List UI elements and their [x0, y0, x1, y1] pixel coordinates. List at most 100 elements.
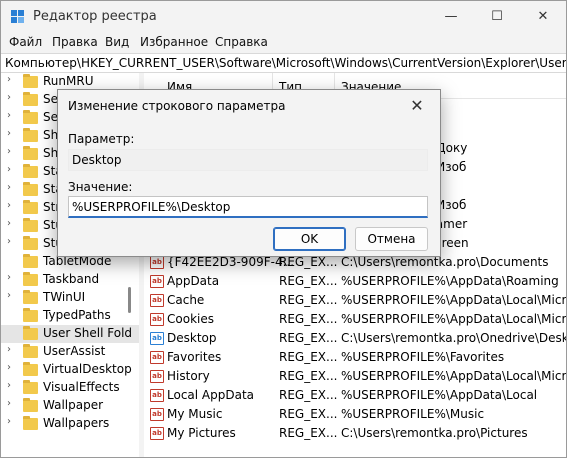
string-value-icon: ab [150, 389, 164, 402]
title-bar: Редактор реестра — ☐ ✕ [1, 1, 566, 33]
tree-item[interactable]: › UserAssist [1, 343, 139, 361]
value-row[interactable]: ab Desktop REG_EX... C:\Users\remontka.pro\… [144, 329, 566, 348]
folder-icon [23, 182, 38, 196]
value-row[interactable]: ab Cookies REG_EX... %USERPROFILE%\AppData\… [144, 310, 566, 329]
parameter-name-field: Desktop [68, 149, 428, 171]
expand-chevron-icon[interactable]: › [7, 380, 11, 391]
folder-icon [23, 164, 38, 178]
expand-chevron-icon[interactable]: › [7, 218, 11, 229]
folder-icon [23, 290, 38, 304]
value-name: Desktop [167, 331, 217, 345]
value-row[interactable]: ab History REG_EX... %USERPROFILE%\AppData\… [144, 367, 566, 386]
menu-view[interactable]: Вид [105, 35, 129, 49]
value-row[interactable]: ab Cache REG_EX... %USERPROFILE%\AppData\Lo… [144, 291, 566, 310]
tree-item[interactable]: › Wallpaper [1, 397, 139, 415]
value-row[interactable]: ab AppData REG_EX... %USERPROFILE%\AppData\… [144, 272, 566, 291]
folder-icon [23, 254, 38, 268]
value-data: %USERPROFILE%\AppData\Roaming [341, 274, 559, 288]
menu-bar: Файл Правка Вид Избранное Справка [1, 33, 566, 53]
value-name: Cookies [167, 312, 214, 326]
expand-chevron-icon[interactable]: › [7, 362, 11, 373]
string-value-icon: ab [150, 313, 164, 326]
close-button[interactable]: ✕ [520, 1, 566, 33]
expand-chevron-icon[interactable]: › [7, 74, 11, 85]
value-type: REG_EX... [279, 388, 338, 402]
value-data: C:\Users\remontka.pro\Pictures [341, 426, 528, 440]
expand-chevron-icon[interactable]: › [7, 290, 11, 301]
value-data-input[interactable]: %USERPROFILE%\Desktop [68, 196, 428, 218]
tree-scrollbar-thumb[interactable] [128, 287, 131, 313]
folder-icon [23, 110, 38, 124]
folder-icon [23, 308, 38, 322]
folder-icon [23, 380, 38, 394]
maximize-button[interactable]: ☐ [474, 1, 520, 33]
value-type: REG_EX... [279, 407, 338, 421]
tree-item[interactable]: › Taskband [1, 271, 139, 289]
string-value-icon: ab [150, 408, 164, 421]
expand-chevron-icon[interactable]: › [7, 272, 11, 283]
edit-string-dialog: Изменение строкового параметра ✕ Парамет… [57, 89, 441, 257]
expand-chevron-icon[interactable]: › [7, 164, 11, 175]
folder-icon [23, 128, 38, 142]
string-value-icon: ab [150, 256, 164, 269]
value-data: C:\Users\remontka.pro\Documents [341, 255, 549, 269]
expand-chevron-icon[interactable]: › [7, 182, 11, 193]
menu-favorites[interactable]: Избранное [140, 35, 208, 49]
value-name: AppData [167, 274, 220, 288]
parameter-label: Параметр: [68, 132, 135, 146]
value-row[interactable]: ab Local AppData REG_EX... %USERPROFILE%\Ap… [144, 386, 566, 405]
value-data: %USERPROFILE%\Favorites [341, 350, 505, 364]
folder-icon [23, 200, 38, 214]
expand-chevron-icon[interactable]: › [7, 128, 11, 139]
string-value-icon: ab [150, 427, 164, 440]
folder-icon [23, 74, 38, 88]
value-type: REG_EX... [279, 255, 338, 269]
tree-item[interactable]: › VirtualDesktop [1, 361, 139, 379]
value-type: REG_EX... [279, 350, 338, 364]
tree-item-label: TypedPaths [43, 308, 111, 322]
expand-chevron-icon[interactable]: › [7, 110, 11, 121]
menu-edit[interactable]: Правка [52, 35, 98, 49]
expand-chevron-icon[interactable]: › [7, 398, 11, 409]
value-name: Local AppData [167, 388, 255, 402]
expand-chevron-icon[interactable]: › [7, 92, 11, 103]
tree-item[interactable]: TypedPaths [1, 307, 139, 325]
tree-item[interactable]: User Shell Fold [1, 325, 139, 343]
string-value-icon: ab [150, 275, 164, 288]
value-type: REG_EX... [279, 331, 338, 345]
string-value-icon: ab [150, 370, 164, 383]
value-type: REG_EX... [279, 369, 338, 383]
value-data: %USERPROFILE%\AppData\Local [341, 388, 538, 402]
expand-chevron-icon[interactable]: › [7, 344, 11, 355]
tree-item[interactable]: › Wallpapers [1, 415, 139, 433]
value-type: REG_EX... [279, 274, 338, 288]
expand-chevron-icon[interactable]: › [7, 236, 11, 247]
value-row[interactable]: ab My Music REG_EX... %USERPROFILE%\Music [144, 405, 566, 424]
address-bar[interactable]: Компьютер\HKEY_CURRENT_USER\Software\Mic… [1, 53, 566, 73]
folder-icon [23, 218, 38, 232]
folder-icon [23, 92, 38, 106]
expand-chevron-icon[interactable]: › [7, 146, 11, 157]
dialog-close-button[interactable]: ✕ [402, 94, 432, 118]
cancel-button[interactable]: Отмена [355, 227, 428, 251]
tree-item-label: VirtualDesktop [43, 362, 132, 376]
folder-icon [23, 236, 38, 250]
expand-chevron-icon[interactable]: › [7, 200, 11, 211]
regedit-icon [11, 10, 25, 24]
value-name: Favorites [167, 350, 222, 364]
folder-icon [23, 344, 38, 358]
value-name: History [167, 369, 210, 383]
menu-help[interactable]: Справка [215, 35, 268, 49]
folder-icon [23, 398, 38, 412]
ok-button[interactable]: OK [273, 227, 346, 251]
tree-item[interactable]: › VisualEffects [1, 379, 139, 397]
expand-chevron-icon[interactable]: › [7, 416, 11, 427]
menu-file[interactable]: Файл [9, 35, 42, 49]
minimize-button[interactable]: — [428, 1, 474, 33]
tree-item[interactable]: › TWinUI [1, 289, 139, 307]
window-title: Редактор реестра [33, 9, 157, 24]
value-row[interactable]: ab Favorites REG_EX... %USERPROFILE%\Favori… [144, 348, 566, 367]
value-row[interactable]: ab My Pictures REG_EX... C:\Users\remontka.… [144, 424, 566, 443]
folder-icon [23, 146, 38, 160]
value-data: C:\Users\remontka.pro\Onedrive\Deskt [341, 331, 566, 345]
